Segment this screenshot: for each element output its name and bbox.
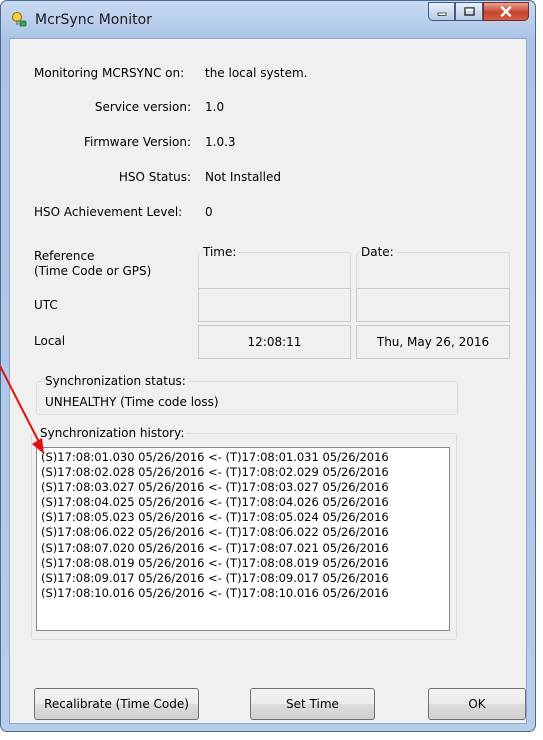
- sync-status-group: Synchronization status: UNHEALTHY (Time …: [36, 374, 458, 415]
- title-bar[interactable]: McrSync Monitor: [1, 1, 535, 37]
- sync-status-value: UNHEALTHY (Time code loss): [45, 395, 219, 409]
- date-header: Date:: [359, 245, 396, 259]
- utc-label: UTC: [34, 298, 58, 312]
- list-item: (S)17:08:04.025 05/26/2016 <- (T)17:08:0…: [41, 495, 389, 510]
- window-title: McrSync Monitor: [35, 12, 152, 28]
- list-item: (S)17:08:07.020 05/26/2016 <- (T)17:08:0…: [41, 540, 389, 555]
- reference-sublabel: (Time Code or GPS): [34, 264, 152, 278]
- time-header: Time:: [201, 245, 239, 259]
- monitoring-value: the local system.: [205, 66, 308, 80]
- service-version-label: Service version:: [94, 100, 191, 114]
- sync-status-legend: Synchronization status:: [43, 374, 188, 388]
- close-icon: [500, 6, 512, 17]
- ok-button[interactable]: OK: [428, 688, 526, 720]
- maximize-button[interactable]: [455, 2, 483, 21]
- reference-label: Reference: [34, 249, 95, 263]
- list-item: (S)17:08:02.028 05/26/2016 <- (T)17:08:0…: [41, 465, 389, 480]
- hso-status-label: HSO Status:: [118, 170, 191, 184]
- list-item: (S)17:08:05.023 05/26/2016 <- (T)17:08:0…: [41, 510, 389, 525]
- list-item: (S)17:08:03.027 05/26/2016 <- (T)17:08:0…: [41, 480, 389, 495]
- hso-status-value: Not Installed: [205, 170, 281, 184]
- close-button[interactable]: [483, 2, 529, 21]
- set-time-button[interactable]: Set Time: [250, 688, 375, 720]
- mcrsync-app-icon: [12, 12, 27, 27]
- firmware-version-label: Firmware Version:: [84, 135, 191, 149]
- list-item: (S)17:08:10.016 05/26/2016 <- (T)17:08:1…: [41, 585, 389, 600]
- recalibrate-button[interactable]: Recalibrate (Time Code): [34, 688, 199, 720]
- local-time-value: 12:08:11: [198, 325, 351, 359]
- service-version-value: 1.0: [205, 100, 225, 114]
- list-item: (S)17:08:09.017 05/26/2016 <- (T)17:08:0…: [41, 570, 389, 585]
- list-item: (S)17:08:08.019 05/26/2016 <- (T)17:08:0…: [41, 555, 389, 570]
- local-label: Local: [34, 334, 66, 348]
- reference-time-box: Time:: [198, 245, 351, 290]
- list-item: (S)17:08:06.022 05/26/2016 <- (T)17:08:0…: [41, 525, 389, 540]
- local-date-value: Thu, May 26, 2016: [356, 325, 510, 359]
- caption-buttons: [428, 2, 529, 22]
- monitoring-label: Monitoring MCRSYNC on:: [34, 66, 185, 80]
- firmware-version-value: 1.0.3: [205, 135, 236, 149]
- maximize-icon: [463, 7, 475, 16]
- minimize-icon: [437, 12, 446, 16]
- hso-achievement-label: HSO Achievement Level:: [34, 205, 183, 219]
- sync-history-list[interactable]: (S)17:08:01.030 05/26/2016 <- (T)17:08:0…: [36, 447, 450, 631]
- list-item: (S)17:08:01.030 05/26/2016 <- (T)17:08:0…: [41, 450, 389, 464]
- utc-time-box: [198, 288, 351, 322]
- hso-achievement-value: 0: [205, 205, 213, 219]
- utc-date-box: [356, 288, 510, 322]
- minimize-button[interactable]: [428, 2, 455, 21]
- reference-date-box: Date:: [356, 245, 510, 290]
- sync-history-legend: Synchronization history:: [38, 426, 187, 440]
